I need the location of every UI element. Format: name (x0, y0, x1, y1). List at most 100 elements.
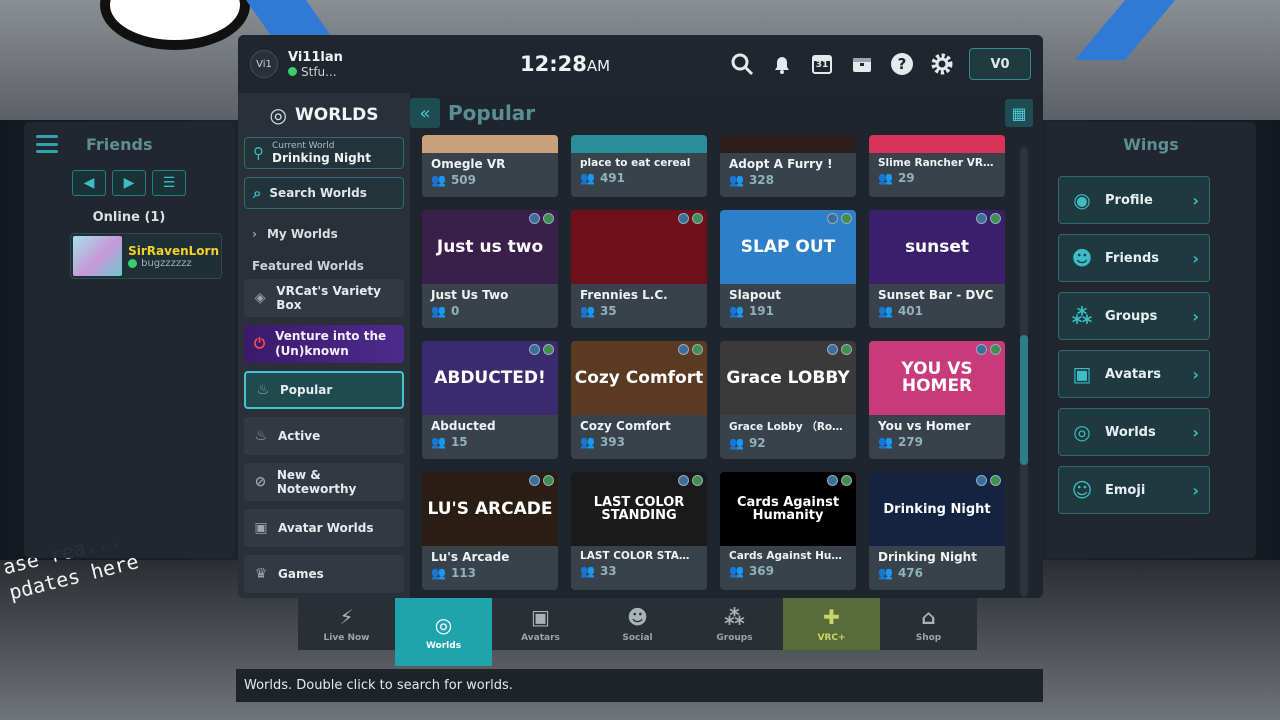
help-icon[interactable]: ? (889, 51, 915, 77)
wing-item-profile[interactable]: ◉ Profile › (1058, 176, 1210, 224)
dock-shop[interactable]: ⌂ Shop (880, 598, 977, 650)
credits-button[interactable]: V0 (969, 48, 1031, 80)
world-card[interactable]: YOU VS HOMER You vs Homer 👥 279 (869, 341, 1005, 459)
world-card[interactable]: LU'S ARCADE Lu's Arcade 👥 113 (422, 472, 558, 590)
wing-item-worlds[interactable]: ◎ Worlds › (1058, 408, 1210, 456)
my-worlds-link[interactable]: › My Worlds (238, 217, 410, 251)
world-card[interactable]: Cozy Comfort Cozy Comfort 👥 393 (571, 341, 707, 459)
nav-item-games[interactable]: ♛ Games (244, 555, 404, 593)
android-platform-icon (990, 344, 1001, 355)
sort-button[interactable]: ☰ (152, 170, 186, 196)
world-card[interactable]: Grace LOBBY Grace Lobby （Roblo... 👥 92 (720, 341, 856, 459)
bell-icon[interactable] (769, 51, 795, 77)
search-worlds-button[interactable]: ⌕ Search Worlds (244, 177, 404, 209)
dock-worlds[interactable]: ◎ Worlds (395, 598, 492, 666)
dock-avatars[interactable]: ▣ Avatars (492, 598, 589, 650)
world-player-count-value: 113 (450, 566, 477, 580)
platform-badges (529, 475, 554, 486)
wing-item-groups[interactable]: ⁂ Groups › (1058, 292, 1210, 340)
dock-social[interactable]: ☻ Social (589, 598, 686, 650)
platform-badges (678, 213, 703, 224)
nav-item-new-noteworthy[interactable]: ⊘ New & Noteworthy (244, 463, 404, 501)
world-card[interactable]: sunset Sunset Bar - DVC 👥 401 (869, 210, 1005, 328)
world-player-count-value: 35 (599, 304, 617, 318)
world-thumbnail (571, 210, 707, 284)
world-player-count-value: 491 (599, 171, 626, 185)
players-icon: 👥 (729, 173, 744, 187)
world-card[interactable]: ABDUCTED! Abducted 👥 15 (422, 341, 558, 459)
friend-status: bugzzzzzz (128, 258, 219, 269)
current-world-button[interactable]: ⚲ Current World Drinking Night (244, 137, 404, 169)
nav-item-venture-unknown[interactable]: ⏻ Venture into the (Un)known (244, 325, 404, 363)
search-icon[interactable] (729, 51, 755, 77)
dock-live-now[interactable]: ⚡ Live Now (298, 598, 395, 650)
world-card[interactable]: Slime Rancher VRChat 👥 29 (869, 135, 1005, 197)
friends-toolbar: ◀ ▶ ☰ (24, 166, 234, 196)
dock-vrc-plus[interactable]: ✚ VRC+ (783, 598, 880, 650)
inventory-icon[interactable] (849, 51, 875, 77)
wing-item-avatars[interactable]: ▣ Avatars › (1058, 350, 1210, 398)
world-card[interactable]: SLAP OUT Slapout 👥 191 (720, 210, 856, 328)
avatars-icon: ▣ (531, 605, 550, 629)
user-avatar[interactable]: Vi1 (250, 50, 278, 78)
players-icon: 👥 (729, 436, 744, 450)
box-icon: ◈ (254, 290, 266, 306)
next-page-button[interactable]: ▶ (112, 170, 146, 196)
world-thumbnail: Grace LOBBY (720, 341, 856, 415)
world-thumbnail (869, 135, 1005, 153)
world-card[interactable]: Just us two Just Us Two 👥 0 (422, 210, 558, 328)
world-thumbnail: LAST COLOR STANDING (571, 472, 707, 546)
page-title: Popular (448, 101, 536, 125)
world-player-count: 👥 15 (422, 433, 558, 449)
world-player-count: 👥 29 (869, 169, 1005, 185)
world-card[interactable]: Cards Against Humanity Cards Against Huma… (720, 472, 856, 590)
nav-item-active[interactable]: ♨ Active (244, 417, 404, 455)
lightning-icon: ⚡ (339, 605, 354, 629)
players-icon: 👥 (580, 564, 595, 578)
players-icon: 👥 (431, 435, 446, 449)
nav-item-vrcat-variety-box[interactable]: ◈ VRCat's Variety Box (244, 279, 404, 317)
players-icon: 👥 (878, 304, 893, 318)
world-card[interactable]: LAST COLOR STANDING LAST COLOR STANDI... 👥… (571, 472, 707, 590)
nav-item-avatar-worlds[interactable]: ▣ Avatar Worlds (244, 509, 404, 547)
clock-time: 12:28 (520, 52, 587, 76)
world-card[interactable]: Adopt A Furry ! 👥 328 (720, 135, 856, 197)
players-icon: 👥 (431, 566, 446, 580)
collapse-nav-button[interactable]: « (410, 98, 440, 128)
world-card[interactable]: Frennies L.C. 👥 35 (571, 210, 707, 328)
settings-gear-icon[interactable] (929, 51, 955, 77)
wing-item-friends[interactable]: ☻ Friends › (1058, 234, 1210, 282)
friend-card[interactable]: SirRavenLorn bugzzzzzz (70, 233, 222, 279)
calendar-icon[interactable]: 31 (809, 51, 835, 77)
user-info[interactable]: Vi11lan Stfu... (288, 50, 438, 79)
world-name: Omegle VR (431, 157, 506, 171)
pc-platform-icon (529, 475, 540, 486)
world-thumbnail: Cards Against Humanity (720, 472, 856, 546)
search-icon: ⌕ (253, 184, 262, 202)
planet-icon: ◎ (269, 103, 287, 127)
world-thumbnail: Drinking Night (869, 472, 1005, 546)
world-card[interactable]: Drinking Night Drinking Night 👥 476 (869, 472, 1005, 590)
world-player-count: 👥 191 (720, 302, 856, 318)
world-card[interactable]: Omegle VR 👥 509 (422, 135, 558, 197)
menu-icon[interactable] (36, 135, 58, 153)
nav-item-popular[interactable]: ♨ Popular (244, 371, 404, 409)
world-name: Slapout (729, 288, 781, 302)
dock-groups[interactable]: ⁂ Groups (686, 598, 783, 650)
android-platform-icon (990, 475, 1001, 486)
wing-item-label: Friends (1105, 250, 1160, 266)
scrollbar-thumb[interactable] (1020, 335, 1028, 465)
world-player-count-value: 29 (897, 171, 915, 185)
scrollbar[interactable] (1020, 147, 1028, 597)
android-platform-icon (543, 344, 554, 355)
main-menu-panel: Vi1 Vi11lan Stfu... 12:28AM 31 ? V0 ◎ WO… (238, 35, 1043, 598)
wing-item-emoji[interactable]: ☺ Emoji › (1058, 466, 1210, 514)
location-pin-icon: ⚲ (253, 144, 264, 162)
prev-page-button[interactable]: ◀ (72, 170, 106, 196)
wing-item-label: Emoji (1105, 482, 1146, 498)
pc-platform-icon (976, 475, 987, 486)
world-card[interactable]: place to eat cereal 👥 491 (571, 135, 707, 197)
world-player-count-value: 476 (897, 566, 924, 580)
grid-view-button[interactable]: ▦ (1005, 99, 1033, 127)
android-platform-icon (841, 344, 852, 355)
